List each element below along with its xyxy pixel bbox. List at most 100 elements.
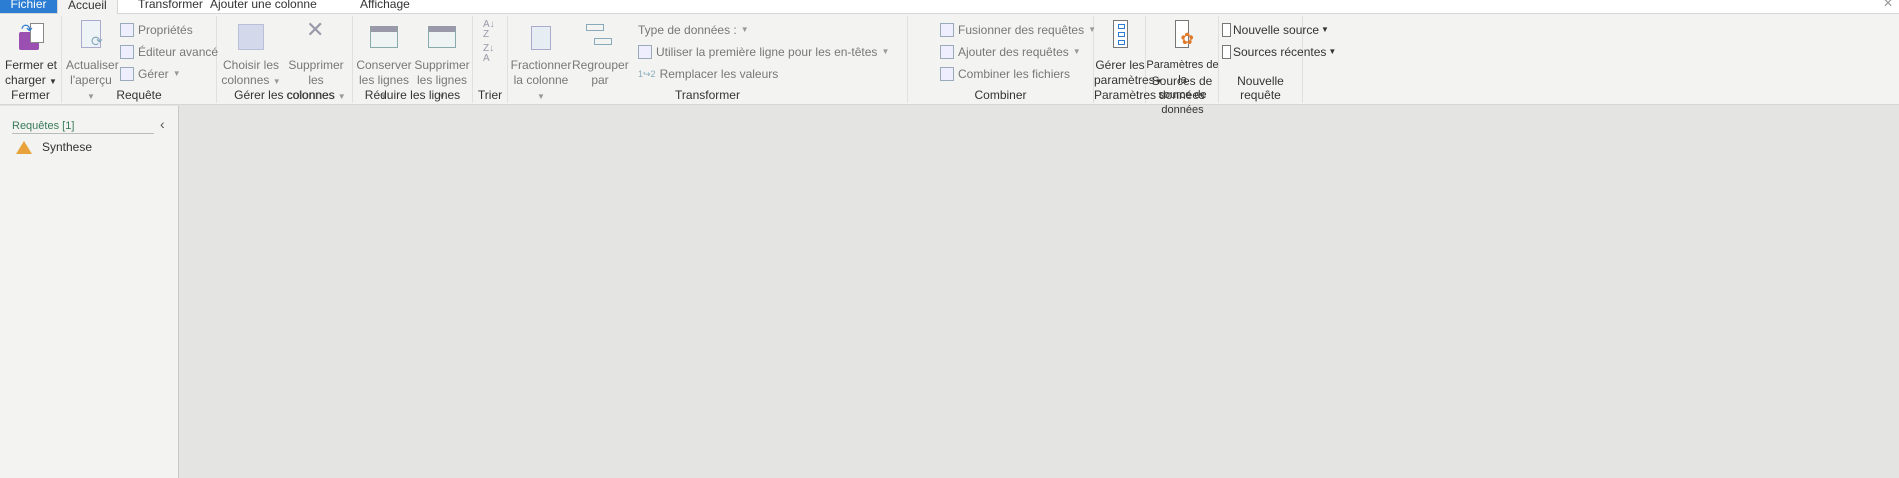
split-column-icon xyxy=(525,20,557,52)
group-label: Transformer xyxy=(675,88,740,102)
label: Type de données : xyxy=(638,23,737,37)
group-label: Gérer les colonnes xyxy=(234,88,335,102)
label: Ajouter des requêtes xyxy=(958,45,1069,59)
warning-icon xyxy=(16,140,32,154)
group-sources: ✿ Paramètres de la source de données Sou… xyxy=(1146,16,1219,116)
use-first-row-headers-button[interactable]: Utiliser la première ligne pour les en-t… xyxy=(638,42,889,62)
group-trier: A↓ Z Z↓ A Trier xyxy=(473,16,508,103)
new-source-icon xyxy=(1222,23,1231,37)
append-queries-button[interactable]: Ajouter des requêtes ▼ xyxy=(940,42,1081,62)
close-icon[interactable]: ✕ xyxy=(1883,0,1893,10)
caret-icon: ▼ xyxy=(881,47,890,56)
table-icon xyxy=(638,45,652,59)
label: Supprimer les xyxy=(288,58,344,87)
group-reduire-lignes: Conserver les lignes ▼ Supprimer les lig… xyxy=(353,16,473,103)
label: Sources récentes xyxy=(1233,45,1327,59)
group-label: Combiner xyxy=(974,88,1027,102)
new-source-button[interactable]: Nouvelle source ▼ xyxy=(1222,20,1329,40)
group-label: Trier xyxy=(477,88,503,102)
label: charger xyxy=(5,73,46,87)
sort-descending-icon[interactable]: Z↓ A xyxy=(483,44,494,64)
table-icon xyxy=(120,67,134,81)
label: Fermer et xyxy=(4,58,57,72)
replace-values-button[interactable]: 1↪2 Remplacer les valeurs xyxy=(638,64,778,84)
editor-icon xyxy=(120,45,134,59)
group-label: Sources de données xyxy=(1151,74,1213,102)
label: colonnes xyxy=(221,73,270,87)
columns-icon xyxy=(235,20,267,52)
choose-columns-button[interactable]: Choisir les colonnes ▼ xyxy=(221,20,281,89)
group-parametres: Gérer les paramètres▼ Paramètres xyxy=(1094,16,1163,103)
ribbon-tabs: Fichier Accueil Transformer Ajouter une … xyxy=(0,0,1899,14)
label: Actualiser xyxy=(66,58,119,72)
caret-icon: ▼ xyxy=(49,77,57,86)
remove-rows-icon xyxy=(426,20,458,52)
tab-ajouter-colonne[interactable]: Ajouter une colonne xyxy=(200,0,327,13)
label: Gérer les xyxy=(1095,58,1145,72)
group-requete: ⟳ Actualiser l'aperçu ▼ Propriétés Édite… xyxy=(62,16,218,103)
close-and-load-button[interactable]: ↷ Fermer et charger ▼ xyxy=(2,20,60,89)
group-fermer: ↷ Fermer et charger ▼ Fermer xyxy=(0,16,62,103)
label: Combiner les fichiers xyxy=(958,67,1071,81)
caret-icon: ▼ xyxy=(1321,25,1329,34)
merge-queries-button[interactable]: Fusionner des requêtes ▼ xyxy=(940,20,1096,40)
caret-icon: ▼ xyxy=(172,69,181,78)
append-icon xyxy=(940,45,954,59)
group-label: Nouvelle requête xyxy=(1237,74,1284,102)
sort-ascending-icon[interactable]: A↓ Z xyxy=(483,20,495,40)
group-by-icon xyxy=(584,20,616,52)
group-transformer: Fractionner la colonne ▼ Regrouper par T… xyxy=(508,16,908,103)
ribbon: ↷ Fermer et charger ▼ Fermer ⟳ Actualise… xyxy=(0,14,1899,116)
label: Supprimer xyxy=(414,58,470,72)
keep-rows-icon xyxy=(368,20,400,52)
save-load-icon: ↷ xyxy=(15,20,47,52)
tab-accueil[interactable]: Accueil xyxy=(57,0,118,14)
caret-icon: ▼ xyxy=(1072,47,1081,56)
label: Remplacer les valeurs xyxy=(659,67,779,81)
data-source-settings-icon: ✿ xyxy=(1167,20,1199,52)
label: les lignes xyxy=(358,73,410,87)
parameters-icon xyxy=(1104,20,1136,52)
caret-icon: ▼ xyxy=(740,25,749,34)
group-gerer-colonnes: Choisir les colonnes ▼ ✕ Supprimer les c… xyxy=(217,16,353,103)
refresh-icon: ⟳ xyxy=(75,20,107,52)
label: Gérer xyxy=(138,67,169,81)
combine-files-button[interactable]: Combiner les fichiers xyxy=(940,64,1070,84)
properties-button[interactable]: Propriétés xyxy=(120,20,193,40)
label: Conserver xyxy=(356,58,412,72)
caret-icon: ▼ xyxy=(272,77,281,86)
collapse-pane-icon[interactable]: ‹ xyxy=(160,116,165,132)
label: les lignes xyxy=(416,73,468,87)
data-source-settings-button[interactable]: ✿ Paramètres de la source de données xyxy=(1146,20,1219,118)
label: Utiliser la première ligne pour les en-t… xyxy=(656,45,878,59)
recent-sources-icon xyxy=(1222,45,1231,59)
label: l'aperçu xyxy=(70,73,112,87)
label: par xyxy=(591,73,609,87)
recent-sources-button[interactable]: Sources récentes ▼ xyxy=(1222,42,1336,62)
label: la colonne xyxy=(513,73,569,87)
merge-icon xyxy=(940,23,954,37)
query-item[interactable]: Synthese xyxy=(16,140,92,154)
caret-icon: ▼ xyxy=(1328,47,1337,56)
label: Nouvelle source xyxy=(1233,23,1320,37)
group-by-button[interactable]: Regrouper par xyxy=(572,20,629,88)
data-type-dropdown[interactable]: Type de données : ▼ xyxy=(638,20,749,40)
label: Regrouper xyxy=(572,58,629,72)
label: Fusionner des requêtes xyxy=(958,23,1085,37)
label: Éditeur avancé xyxy=(138,45,219,59)
label: Choisir les xyxy=(222,58,279,72)
tab-fichier[interactable]: Fichier xyxy=(0,0,57,13)
label: Fractionner xyxy=(510,58,572,72)
group-label: Réduire les lignes xyxy=(364,88,461,102)
replace-icon: 1↪2 xyxy=(638,69,656,79)
query-name: Synthese xyxy=(42,140,93,154)
queries-pane: Requêtes [1] ‹ Synthese xyxy=(0,106,179,478)
group-label: Paramètres xyxy=(1094,88,1157,102)
manage-parameters-button[interactable]: Gérer les paramètres▼ xyxy=(1094,20,1163,89)
queries-header: Requêtes [1] xyxy=(12,120,154,134)
label: Propriétés xyxy=(138,23,193,37)
tab-affichage[interactable]: Affichage xyxy=(350,0,420,13)
advanced-editor-button[interactable]: Éditeur avancé xyxy=(120,42,218,62)
properties-icon xyxy=(120,23,134,37)
manage-button[interactable]: Gérer ▼ xyxy=(120,64,181,84)
